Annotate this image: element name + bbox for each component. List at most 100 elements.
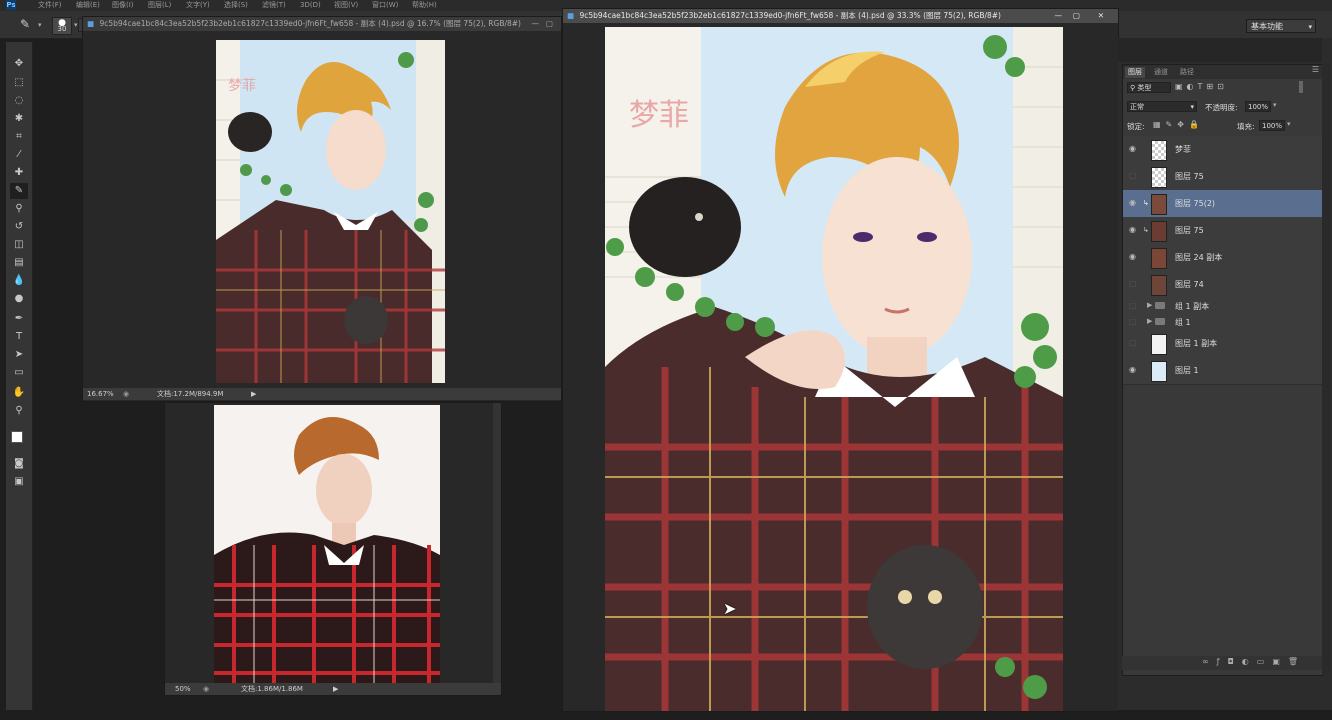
eye-icon[interactable]: ◉ bbox=[1129, 145, 1137, 153]
dodge-tool-icon[interactable]: ● bbox=[10, 291, 28, 307]
eye-icon[interactable]: ◉ bbox=[1129, 199, 1137, 207]
blend-mode-select[interactable]: 正常 ▾ bbox=[1127, 101, 1197, 112]
menu-3d[interactable]: 3D(D) bbox=[300, 0, 321, 11]
tab-channels[interactable]: 通道 bbox=[1151, 67, 1171, 78]
layer-filter-select[interactable]: ⚲ 类型 bbox=[1127, 82, 1171, 93]
status-arrow-icon[interactable]: ▶ bbox=[333, 683, 338, 695]
expand-arrow-icon[interactable]: ▶ bbox=[1147, 301, 1152, 309]
eye-off-icon[interactable]: ▢ bbox=[1129, 318, 1137, 326]
layer-row[interactable]: ◉ 图层 24 副本 bbox=[1123, 244, 1323, 272]
eye-off-icon[interactable]: ▢ bbox=[1129, 280, 1137, 288]
workspace-select[interactable]: 基本功能 ▾ bbox=[1246, 19, 1316, 33]
maximize-icon[interactable]: ▢ bbox=[1073, 9, 1080, 23]
zoom-tool-icon[interactable]: ⚲ bbox=[10, 403, 28, 419]
tab-layers[interactable]: 图层 bbox=[1125, 67, 1145, 78]
menu-select[interactable]: 选择(S) bbox=[224, 0, 248, 11]
document-window-3[interactable]: ■ 9c5b94cae1bc84c3ea52b5f23b2eb1c61827c1… bbox=[562, 8, 1119, 712]
opacity-input[interactable]: 100% bbox=[1245, 101, 1271, 112]
menu-type[interactable]: 文字(Y) bbox=[186, 0, 210, 11]
layer-row[interactable]: ▢ 图层 75 bbox=[1123, 163, 1323, 191]
gradient-tool-icon[interactable]: ▤ bbox=[10, 255, 28, 271]
document-1-title[interactable]: ■ 9c5b94cae1bc84c3ea52b5f23b2eb1c61827c1… bbox=[83, 17, 561, 31]
layer-row[interactable]: ▢ 图层 74 bbox=[1123, 271, 1323, 299]
lasso-tool-icon[interactable]: ◌ bbox=[10, 93, 28, 109]
path-select-tool-icon[interactable]: ➤ bbox=[10, 347, 28, 363]
expand-arrow-icon[interactable]: ▶ bbox=[1147, 317, 1152, 325]
layer-row[interactable]: ▢ 图层 1 副本 bbox=[1123, 330, 1323, 358]
layer-row-selected[interactable]: ◉ ↳ 图层 75(2) bbox=[1123, 190, 1323, 218]
collapsed-panel-strip bbox=[1118, 38, 1322, 62]
eye-icon[interactable]: ◉ bbox=[1129, 366, 1137, 374]
filter-toggle-switch[interactable] bbox=[1299, 81, 1303, 93]
document-1-canvas[interactable]: 梦菲 bbox=[216, 40, 445, 383]
menu-help[interactable]: 帮助(H) bbox=[412, 0, 437, 11]
quick-select-tool-icon[interactable]: ✱ bbox=[10, 111, 28, 127]
menu-filter[interactable]: 滤镜(T) bbox=[262, 0, 286, 11]
menu-file[interactable]: 文件(F) bbox=[38, 0, 62, 11]
maximize-icon[interactable]: ▢ bbox=[546, 17, 553, 31]
document-1-zoom[interactable]: 16.67% bbox=[87, 388, 114, 400]
clipping-mask-icon: ↳ bbox=[1143, 199, 1149, 207]
marquee-tool-icon[interactable]: ⬚ bbox=[10, 75, 28, 91]
layer-row[interactable]: ◉ 图层 1 bbox=[1123, 357, 1323, 385]
document-3-title[interactable]: ■ 9c5b94cae1bc84c3ea52b5f23b2eb1c61827c1… bbox=[563, 9, 1118, 23]
filter-type-icons[interactable]: ▣◐T⊞⊡ bbox=[1175, 82, 1285, 93]
crop-tool-icon[interactable]: ⌗ bbox=[10, 129, 28, 145]
tab-paths[interactable]: 路径 bbox=[1177, 67, 1197, 78]
minimize-icon[interactable]: — bbox=[1055, 9, 1063, 23]
screen-mode-icon[interactable]: ▣ bbox=[10, 474, 28, 490]
eye-icon[interactable]: ◉ bbox=[1129, 253, 1137, 261]
layer-actions-icons[interactable]: ∞ƒ◘◐▭▣🗑 bbox=[1202, 657, 1306, 666]
foreground-color-swatch[interactable] bbox=[11, 431, 23, 443]
menu-view[interactable]: 视图(V) bbox=[334, 0, 358, 11]
brush-preset-picker[interactable]: ● 30 bbox=[52, 17, 72, 35]
brush-tool-icon[interactable]: ✎ bbox=[20, 17, 30, 31]
layer-thumbnail bbox=[1151, 167, 1167, 188]
shape-tool-icon[interactable]: ▭ bbox=[10, 365, 28, 381]
document-2-scrollbar[interactable] bbox=[493, 403, 501, 683]
layer-row[interactable]: ◉ 梦菲 bbox=[1123, 136, 1323, 164]
move-tool-icon[interactable]: ✥ bbox=[10, 56, 28, 72]
menu-edit[interactable]: 编辑(E) bbox=[76, 0, 100, 11]
eye-icon[interactable]: ◉ bbox=[1129, 226, 1137, 234]
eye-off-icon[interactable]: ▢ bbox=[1129, 302, 1137, 310]
status-info-icon[interactable]: ◉ bbox=[203, 683, 209, 695]
tool-preset-chevron-icon[interactable]: ▾ bbox=[38, 21, 42, 29]
menu-image[interactable]: 图像(I) bbox=[112, 0, 134, 11]
status-info-icon[interactable]: ◉ bbox=[123, 388, 129, 400]
clone-stamp-tool-icon[interactable]: ⚲ bbox=[10, 201, 28, 217]
eye-off-icon[interactable]: ▢ bbox=[1129, 339, 1137, 347]
close-icon[interactable]: ✕ bbox=[1098, 9, 1104, 23]
status-arrow-icon[interactable]: ▶ bbox=[251, 388, 256, 400]
document-window-1[interactable]: ■ 9c5b94cae1bc84c3ea52b5f23b2eb1c61827c1… bbox=[82, 16, 562, 402]
fill-input[interactable]: 100% bbox=[1259, 120, 1285, 131]
menu-window[interactable]: 窗口(W) bbox=[372, 0, 398, 11]
blur-tool-icon[interactable]: 💧 bbox=[10, 273, 28, 289]
opacity-value: 100% bbox=[1248, 103, 1269, 111]
panel-menu-icon[interactable]: ☰ bbox=[1312, 65, 1319, 74]
document-window-2[interactable]: 50% ◉ 文档:1.86M/1.86M ▶ bbox=[164, 402, 502, 696]
document-2-canvas[interactable] bbox=[214, 405, 440, 683]
pen-tool-icon[interactable]: ✒ bbox=[10, 311, 28, 327]
eyedropper-tool-icon[interactable]: ⁄ bbox=[10, 147, 28, 163]
healing-brush-tool-icon[interactable]: ✚ bbox=[10, 165, 28, 181]
menu-layer[interactable]: 图层(L) bbox=[148, 0, 171, 11]
history-brush-tool-icon[interactable]: ↺ bbox=[10, 219, 28, 235]
brush-picker-chevron-icon[interactable]: ▾ bbox=[74, 21, 78, 29]
quick-mask-icon[interactable]: ◙ bbox=[10, 456, 28, 472]
layers-scrollbar[interactable] bbox=[1322, 64, 1330, 674]
eraser-tool-icon[interactable]: ◫ bbox=[10, 237, 28, 253]
minimize-icon[interactable]: — bbox=[532, 17, 540, 31]
document-2-zoom[interactable]: 50% bbox=[175, 683, 191, 695]
document-3-canvas[interactable]: 梦菲 ➤ bbox=[605, 27, 1063, 711]
brush-tool-icon[interactable]: ✎ bbox=[10, 183, 28, 199]
type-tool-icon[interactable]: T bbox=[10, 329, 28, 345]
opacity-slider-chevron-icon[interactable]: ▾ bbox=[1273, 101, 1277, 109]
eye-off-icon[interactable]: ▢ bbox=[1129, 172, 1137, 180]
layer-row[interactable]: ◉ ↳ 图层 75 bbox=[1123, 217, 1323, 245]
hand-tool-icon[interactable]: ✋ bbox=[10, 385, 28, 401]
fill-slider-chevron-icon[interactable]: ▾ bbox=[1287, 120, 1291, 128]
layer-group-row[interactable]: ▢ ▶ 组 1 副本 bbox=[1123, 298, 1323, 315]
layer-group-row[interactable]: ▢ ▶ 组 1 bbox=[1123, 314, 1323, 331]
lock-icons[interactable]: ▦✎✥🔒 bbox=[1153, 120, 1204, 129]
